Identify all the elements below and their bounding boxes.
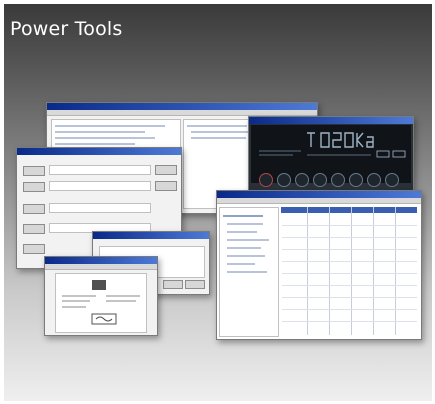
dialog-field: [49, 165, 151, 175]
title-bar: [217, 191, 421, 198]
instrument-knob: [313, 173, 327, 187]
screenshot-window-document: [44, 256, 158, 336]
table-row-line: [282, 273, 417, 274]
table-column-divider: [329, 207, 330, 335]
table-column-divider: [395, 207, 396, 335]
table-row-line: [282, 249, 417, 250]
panel-title: Power Tools: [10, 18, 123, 40]
menu-bar: [45, 264, 157, 270]
table-row-line: [282, 237, 417, 238]
dialog-button: [23, 182, 45, 192]
table-row-line: [282, 321, 417, 322]
dialog-button: [23, 224, 45, 234]
dialog-field: [49, 181, 151, 191]
dialog-button: [163, 280, 183, 289]
instrument-knob: [277, 173, 291, 187]
dialog-button: [155, 181, 177, 191]
instrument-readout-graphic: [259, 132, 406, 158]
document-graphic: [62, 280, 140, 325]
instrument-knob: [385, 173, 399, 187]
table-row-line: [282, 297, 417, 298]
instrument-knob: [367, 173, 381, 187]
table-row-line: [282, 285, 417, 286]
list-line: [55, 137, 155, 139]
screenshot-window-table: [216, 190, 422, 340]
instrument-knob: [331, 173, 345, 187]
tree-line: [227, 223, 263, 225]
table-row-line: [282, 309, 417, 310]
table-header: [281, 207, 417, 213]
table-column-divider: [307, 207, 308, 335]
list-line: [55, 131, 145, 133]
tree-line: [227, 263, 255, 265]
table-row-line: [282, 261, 417, 262]
table-row-line: [282, 225, 417, 226]
tree-line: [223, 215, 263, 217]
table-column-divider: [373, 207, 374, 335]
instrument-knob: [349, 173, 363, 187]
title-bar: [93, 232, 209, 239]
menu-bar: [217, 198, 421, 204]
tree-line: [227, 239, 269, 241]
dialog-button: [23, 244, 45, 254]
tree-line: [227, 247, 261, 249]
table-column-divider: [351, 207, 352, 335]
dialog-button: [23, 204, 45, 214]
title-bar: [47, 103, 317, 110]
tree-line: [227, 231, 257, 233]
list-line: [55, 125, 165, 127]
dialog-button: [23, 166, 45, 176]
title-bar: [249, 117, 413, 124]
tree-line: [227, 271, 267, 273]
tree-line: [191, 137, 246, 139]
instrument-knob: [295, 173, 309, 187]
instrument-knob: [259, 173, 273, 187]
list-line: [55, 143, 135, 145]
title-bar: [17, 148, 181, 155]
dialog-button: [185, 280, 205, 289]
tree-line: [227, 255, 265, 257]
tree-line: [187, 125, 247, 127]
dialog-field: [49, 203, 151, 213]
document-page: [55, 273, 147, 333]
title-bar: [45, 257, 157, 264]
dialog-button: [155, 165, 177, 175]
power-tools-panel: Power Tools: [4, 4, 432, 401]
